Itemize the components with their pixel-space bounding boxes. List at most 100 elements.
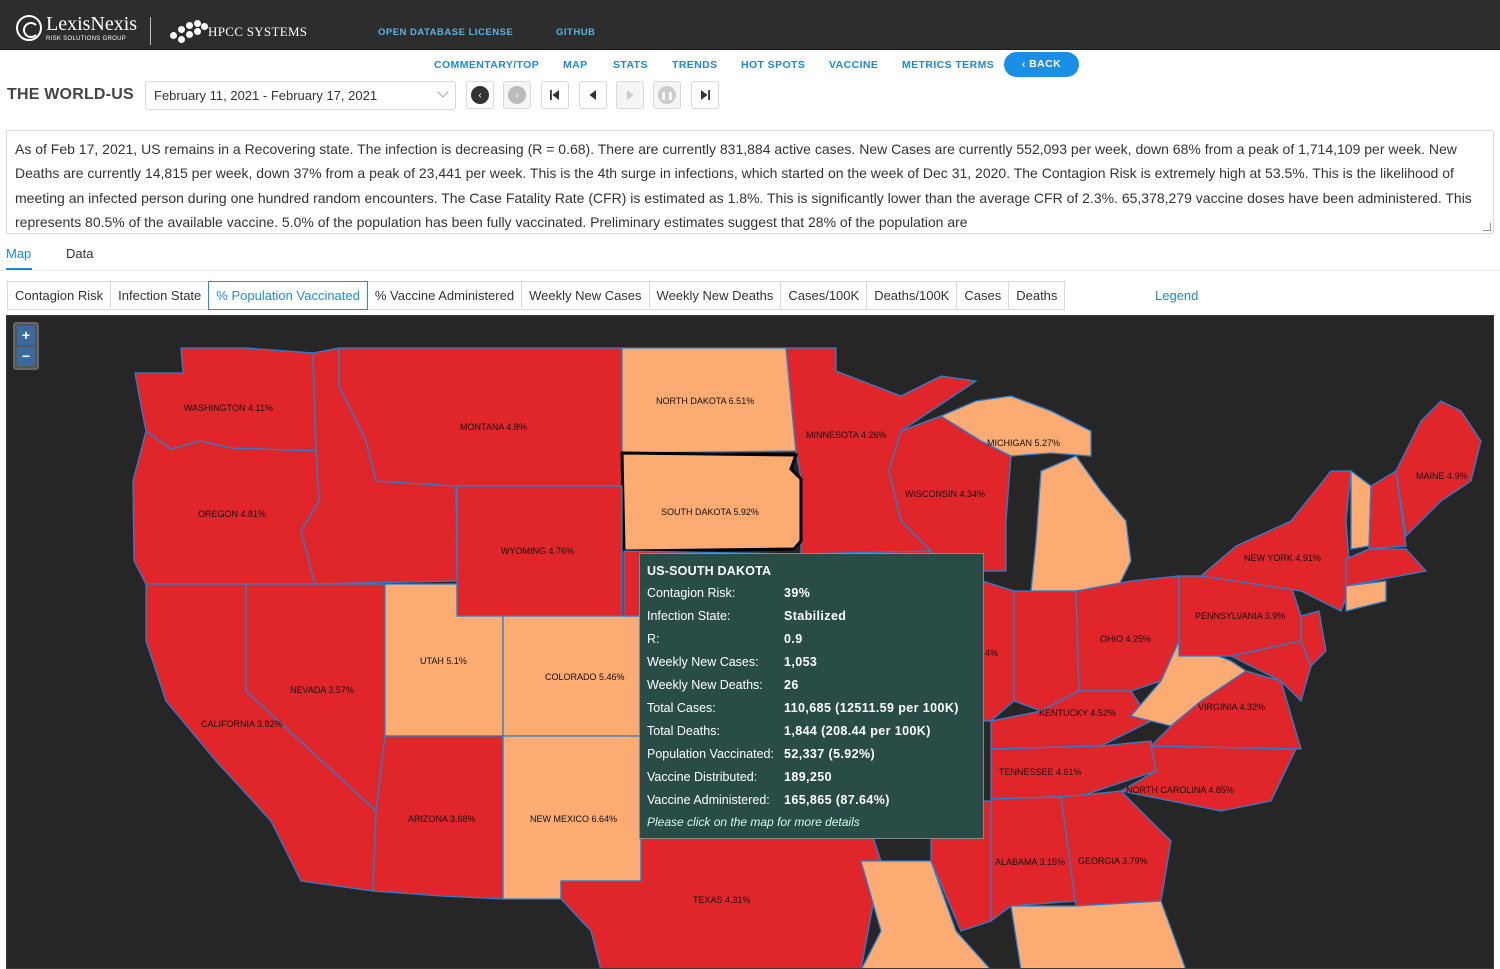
step-forward-button[interactable]: ›: [503, 81, 531, 109]
state-indiana[interactable]: [1013, 590, 1080, 712]
label-alabama: ALABAMA 3.15%: [995, 857, 1065, 867]
us-map[interactable]: WASHINGTON 4.11% MONTANA 4.8% NORTH DAKO…: [6, 315, 1494, 969]
commentary-textarea[interactable]: As of Feb 17, 2021, US remains in a Reco…: [6, 130, 1494, 234]
label-north-dakota: NORTH DAKOTA 6.51%: [656, 396, 754, 406]
date-range-select[interactable]: February 11, 2021 - February 17, 2021: [145, 81, 456, 110]
tooltip-key: Weekly New Deaths:: [647, 678, 763, 692]
label-new-mexico: NEW MEXICO 6.64%: [530, 814, 617, 824]
tooltip-value: 110,685 (12511.59 per 100K): [784, 701, 959, 715]
label-colorado: COLORADO 5.46%: [545, 672, 625, 682]
layer-deaths-per-100k[interactable]: Deaths/100K: [866, 281, 958, 310]
tooltip-key: Contagion Risk:: [647, 586, 736, 600]
nav-stats[interactable]: STATS: [613, 59, 648, 71]
next-week-button[interactable]: [616, 81, 644, 109]
label-michigan: MICHIGAN 5.27%: [987, 438, 1060, 448]
main-nav: COMMENTARY/TOP MAP STATS TRENDS HOT SPOT…: [0, 59, 1500, 73]
tooltip-row: Total Cases: 110,685 (12511.59 per 100K): [647, 701, 983, 724]
nav-vaccine[interactable]: VACCINE: [829, 59, 878, 71]
state-south-dakota[interactable]: [620, 451, 803, 553]
lexisnexis-logo-icon: [16, 15, 42, 41]
brand-name: LexisNexis: [46, 13, 138, 35]
state-florida[interactable]: [1010, 900, 1186, 969]
layer-cases[interactable]: Cases: [956, 281, 1010, 310]
label-georgia: GEORGIA 3.79%: [1078, 856, 1148, 866]
state-vermont[interactable]: [1350, 469, 1372, 550]
previous-week-button[interactable]: [579, 81, 607, 109]
pause-circle-icon: ❚❚: [658, 86, 676, 104]
layer-weekly-new-cases[interactable]: Weekly New Cases: [521, 281, 650, 310]
tooltip-title: US-SOUTH DAKOTA: [647, 564, 772, 578]
tab-data[interactable]: Data: [66, 246, 93, 261]
label-texas: TEXAS 4.31%: [693, 895, 751, 905]
label-new-york: NEW YORK 4.91%: [1244, 553, 1321, 563]
label-north-carolina: NORTH CAROLINA 4.85%: [1126, 785, 1234, 795]
first-week-button[interactable]: [541, 81, 569, 109]
tooltip-value: 1,053: [784, 655, 818, 669]
tooltip-key: Total Deaths:: [647, 724, 720, 738]
nav-commentary-top[interactable]: COMMENTARY/TOP: [434, 59, 539, 71]
label-maine: MAINE 4.9%: [1416, 471, 1468, 481]
label-utah: UTAH 5.1%: [420, 656, 467, 666]
layer-population-vaccinated[interactable]: % Population Vaccinated: [208, 281, 368, 310]
state-michigan-lower[interactable]: [1030, 455, 1132, 592]
label-arizona: ARIZONA 3.68%: [408, 814, 476, 824]
hpcc-brand-name: HPCC SYSTEMS: [208, 24, 308, 39]
zoom-out-button[interactable]: −: [17, 347, 35, 366]
layer-contagion-risk[interactable]: Contagion Risk: [7, 281, 112, 310]
top-bar: LexisNexis RISK SOLUTIONS GROUP HPCC SYS…: [0, 0, 1500, 50]
label-minnesota: MINNESOTA 4.26%: [806, 430, 886, 440]
back-button[interactable]: ‹ BACK: [1004, 52, 1079, 77]
tab-map[interactable]: Map: [6, 246, 31, 261]
state-oregon[interactable]: [132, 429, 320, 585]
label-wisconsin: WISCONSIN 4.34%: [905, 489, 985, 499]
zoom-in-button[interactable]: +: [17, 326, 35, 345]
layer-vaccine-administered[interactable]: % Vaccine Administered: [366, 281, 523, 310]
state-washington[interactable]: [134, 347, 317, 452]
tooltip-value: 165,865 (87.64%): [784, 793, 890, 807]
state-maine[interactable]: [1395, 400, 1482, 538]
label-nevada: NEVADA 3.57%: [290, 685, 354, 695]
nav-metrics-terms[interactable]: METRICS TERMS: [902, 59, 994, 71]
skip-first-icon: [550, 90, 559, 100]
open-database-license-link[interactable]: OPEN DATABASE LICENSE: [378, 27, 513, 38]
hpcc-dots-icon: [168, 18, 208, 46]
lexisnexis-logo[interactable]: LexisNexis RISK SOLUTIONS GROUP: [16, 14, 137, 42]
nav-hot-spots[interactable]: HOT SPOTS: [741, 59, 805, 71]
nav-map[interactable]: MAP: [563, 59, 588, 71]
tooltip-row: Total Deaths: 1,844 (208.44 per 100K): [647, 724, 983, 747]
legend-link[interactable]: Legend: [1155, 288, 1198, 303]
state-montana[interactable]: [338, 347, 623, 487]
layer-infection-state[interactable]: Infection State: [110, 281, 210, 310]
layer-weekly-new-deaths[interactable]: Weekly New Deaths: [648, 281, 782, 310]
brand-subtitle: RISK SOLUTIONS GROUP: [46, 36, 127, 42]
tooltip-row: Vaccine Administered: 165,865 (87.64%): [647, 793, 983, 816]
label-california: CALIFORNIA 3.82%: [201, 719, 283, 729]
tooltip-row: Weekly New Cases: 1,053: [647, 655, 983, 678]
tooltip-key: Total Cases:: [647, 701, 716, 715]
tooltip-key: Vaccine Distributed:: [647, 770, 758, 784]
label-partial: 4%: [985, 648, 998, 658]
logo-divider: [150, 17, 151, 45]
commentary-text: As of Feb 17, 2021, US remains in a Reco…: [15, 141, 1472, 230]
step-back-button[interactable]: ‹: [466, 81, 494, 109]
hpcc-logo[interactable]: HPCC SYSTEMS: [168, 18, 307, 46]
tooltip-row: Contagion Risk: 39%: [647, 586, 983, 609]
tooltip-value: 26: [784, 678, 799, 692]
tooltip-key: Infection State:: [647, 609, 731, 623]
layer-cases-per-100k[interactable]: Cases/100K: [780, 281, 868, 310]
layer-deaths[interactable]: Deaths: [1008, 281, 1066, 310]
label-south-dakota: SOUTH DAKOTA 5.92%: [661, 507, 759, 517]
state-connecticut[interactable]: [1345, 580, 1387, 612]
pause-button[interactable]: ❚❚: [653, 81, 681, 109]
tooltip-key: R:: [647, 632, 660, 646]
last-week-button[interactable]: [691, 81, 719, 109]
tooltip-value: 189,250: [784, 770, 832, 784]
tooltip-row: R: 0.9: [647, 632, 983, 655]
nav-trends[interactable]: TRENDS: [672, 59, 718, 71]
map-layer-selector: Contagion Risk Infection State % Populat…: [7, 281, 1066, 310]
arrow-right-circle-icon: ›: [508, 86, 526, 104]
resize-handle-icon[interactable]: [1483, 223, 1491, 231]
github-link[interactable]: GITHUB: [556, 27, 595, 38]
tooltip-value: 0.9: [784, 632, 803, 646]
state-georgia[interactable]: [1060, 790, 1172, 907]
